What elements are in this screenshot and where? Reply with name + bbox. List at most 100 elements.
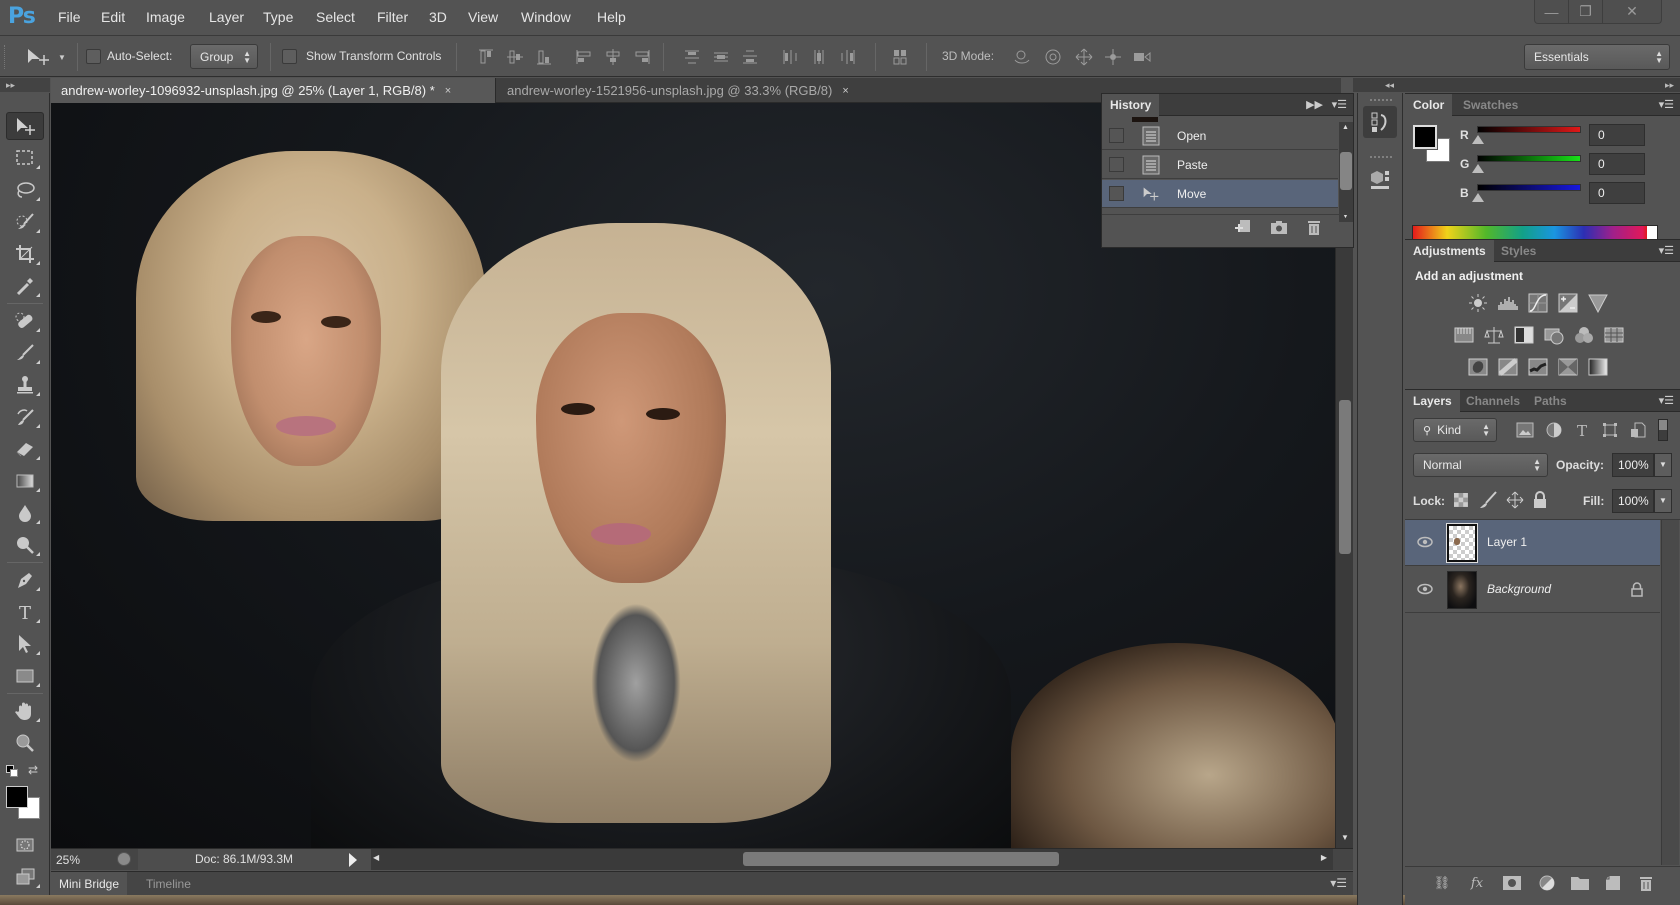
new-group-folder-icon[interactable]	[1571, 875, 1589, 891]
panel-menu-icon[interactable]: ▾☰	[1659, 98, 1674, 111]
align-vertical-centers-icon[interactable]	[506, 48, 524, 66]
blur-tool[interactable]	[6, 499, 44, 527]
menu-edit[interactable]: Edit	[101, 9, 125, 25]
green-slider-track[interactable]	[1477, 155, 1581, 162]
visibility-eye-icon[interactable]	[1417, 583, 1433, 595]
menu-window[interactable]: Window	[521, 9, 571, 25]
menu-select[interactable]: Select	[316, 9, 355, 25]
distribute-top-icon[interactable]	[683, 48, 701, 66]
tab-layers[interactable]: Layers	[1405, 390, 1460, 412]
dock-grip[interactable]	[1370, 99, 1392, 102]
lock-image-pixels-icon[interactable]	[1479, 491, 1497, 509]
distribute-right-icon[interactable]	[839, 48, 857, 66]
layer-style-fx-icon[interactable]: fx	[1468, 875, 1486, 891]
tab-document-1[interactable]: andrew-worley-1096932-unsplash.jpg @ 25%…	[51, 78, 496, 103]
exposure-icon[interactable]	[1557, 292, 1579, 314]
pixel-layer-filter-icon[interactable]	[1516, 422, 1534, 438]
color-balance-icon[interactable]	[1483, 324, 1505, 346]
lock-position-icon[interactable]	[1506, 491, 1524, 509]
tab-mini-bridge[interactable]: Mini Bridge	[51, 872, 128, 896]
scroll-right-arrow-icon[interactable]: ▶	[1321, 853, 1327, 862]
type-layer-filter-icon[interactable]: T	[1574, 422, 1590, 438]
close-button[interactable]: ✕	[1603, 0, 1661, 23]
spot-healing-brush-tool[interactable]	[6, 307, 44, 335]
foreground-color[interactable]	[6, 786, 28, 808]
lasso-tool[interactable]	[6, 176, 44, 204]
fill-input[interactable]: 100%	[1612, 489, 1654, 513]
expand-panels-icon[interactable]: ◂◂	[1385, 78, 1394, 92]
3d-panel-button[interactable]	[1363, 163, 1397, 195]
clone-stamp-tool[interactable]	[6, 371, 44, 399]
lock-transparent-pixels-icon[interactable]	[1454, 493, 1468, 507]
history-item-selected[interactable]: Move	[1102, 180, 1338, 208]
quick-mask-button[interactable]	[6, 831, 44, 859]
auto-align-layers-icon[interactable]	[891, 48, 909, 66]
trash-icon[interactable]	[1305, 218, 1323, 236]
shape-layer-filter-icon[interactable]	[1602, 422, 1618, 438]
menu-file[interactable]: File	[58, 9, 81, 25]
layer-row-background[interactable]: Background	[1405, 567, 1660, 613]
tab-color[interactable]: Color	[1405, 94, 1453, 116]
color-lookup-icon[interactable]	[1603, 324, 1625, 346]
eraser-tool[interactable]	[6, 435, 44, 463]
crop-tool[interactable]	[6, 240, 44, 268]
scrollbar-thumb[interactable]	[1340, 152, 1352, 190]
tab-timeline[interactable]: Timeline	[138, 872, 199, 896]
brightness-contrast-icon[interactable]	[1467, 292, 1489, 314]
scrollbar-thumb[interactable]	[1339, 400, 1351, 554]
foreground-color-swatch[interactable]	[1412, 124, 1438, 150]
auto-select-target-dropdown[interactable]: Group ▲ ▼	[190, 44, 258, 69]
vibrance-icon[interactable]	[1587, 292, 1609, 314]
menu-help[interactable]: Help	[597, 9, 626, 25]
fill-dropdown-arrow[interactable]: ▼	[1654, 489, 1672, 513]
smart-object-filter-icon[interactable]	[1630, 422, 1646, 438]
photo-filter-icon[interactable]	[1543, 324, 1565, 346]
minimize-button[interactable]: —	[1535, 0, 1569, 23]
visibility-eye-icon[interactable]	[1417, 536, 1433, 548]
brush-tool[interactable]	[6, 339, 44, 367]
menu-layer[interactable]: Layer	[209, 9, 244, 25]
rotate-3d-icon[interactable]	[1013, 48, 1031, 66]
rectangular-marquee-tool[interactable]	[6, 144, 44, 172]
distribute-horizontal-centers-icon[interactable]	[810, 48, 828, 66]
panel-menu-icon[interactable]: ▾☰	[1330, 876, 1347, 890]
gradient-tool[interactable]	[6, 467, 44, 495]
layers-scrollbar[interactable]	[1661, 520, 1679, 865]
dock-grip[interactable]	[1370, 156, 1392, 159]
panel-menu-icon[interactable]: ▾☰	[1659, 244, 1674, 257]
camera-icon[interactable]	[1270, 218, 1288, 236]
toolbar-collapse-button[interactable]: ▸▸	[0, 78, 50, 92]
type-tool[interactable]: T	[6, 598, 44, 626]
history-item[interactable]: Paste	[1102, 151, 1338, 179]
screen-mode-button[interactable]	[6, 863, 44, 891]
levels-icon[interactable]	[1497, 292, 1519, 314]
filter-toggle-switch[interactable]	[1658, 419, 1668, 441]
distribute-left-icon[interactable]	[781, 48, 799, 66]
quick-selection-tool[interactable]	[6, 208, 44, 236]
new-document-from-state-icon[interactable]	[1234, 218, 1252, 236]
lock-all-icon[interactable]	[1533, 491, 1547, 509]
tab-swatches[interactable]: Swatches	[1455, 94, 1526, 116]
align-top-edges-icon[interactable]	[477, 48, 495, 66]
channel-mixer-icon[interactable]	[1573, 324, 1595, 346]
new-layer-icon[interactable]	[1604, 875, 1622, 891]
opacity-input[interactable]: 100%	[1612, 453, 1654, 477]
gradient-map-icon[interactable]	[1587, 356, 1609, 378]
history-source-checkbox[interactable]	[1109, 186, 1124, 201]
invert-icon[interactable]	[1467, 356, 1489, 378]
distribute-bottom-icon[interactable]	[741, 48, 759, 66]
layer-row-layer-1[interactable]: Layer 1	[1405, 520, 1660, 566]
tab-history[interactable]: History	[1102, 94, 1160, 116]
menu-filter[interactable]: Filter	[377, 9, 408, 25]
swap-colors-icon[interactable]: ⇄	[28, 763, 38, 777]
history-scrollbar[interactable]: ▲ ▼	[1339, 122, 1353, 222]
history-source-checkbox[interactable]	[1109, 128, 1124, 143]
opacity-dropdown-arrow[interactable]: ▼	[1654, 453, 1672, 477]
adjustment-layer-filter-icon[interactable]	[1546, 422, 1562, 438]
align-horizontal-centers-icon[interactable]	[604, 48, 622, 66]
history-brush-tool[interactable]	[6, 403, 44, 431]
restore-button[interactable]: ❐	[1569, 0, 1603, 23]
rectangle-tool[interactable]	[6, 662, 44, 690]
align-bottom-edges-icon[interactable]	[535, 48, 553, 66]
menu-view[interactable]: View	[468, 9, 498, 25]
